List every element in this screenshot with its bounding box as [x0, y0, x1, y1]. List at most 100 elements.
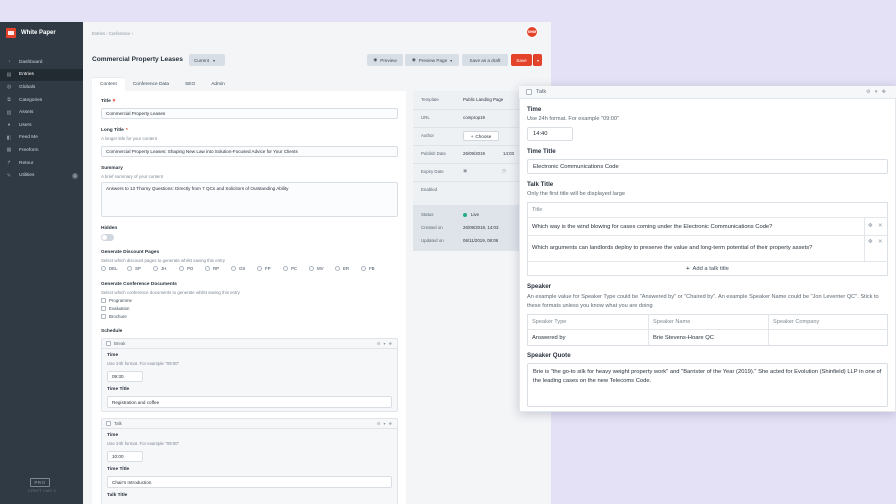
talk-title-row-1[interactable]: Which way is the wind blowing for cases … — [532, 218, 860, 235]
talk-block-header[interactable] — [519, 86, 896, 99]
conference-doc-programme[interactable]: Programme — [101, 298, 132, 303]
radio-icon — [101, 266, 106, 271]
tab-content[interactable]: Content — [92, 78, 125, 91]
save-options-button[interactable]: ▾ — [533, 54, 542, 66]
conference-doc-evaluation[interactable]: Evaluation — [101, 306, 130, 311]
row-delete-icon[interactable]: ✕ — [878, 239, 885, 245]
overlay-time-title-input[interactable]: Electronic Communications Code — [527, 159, 888, 174]
row-reorder-icon[interactable]: ✥ — [868, 239, 875, 245]
break-time-title-label: Time Title — [107, 387, 130, 392]
long-title-input[interactable]: Commercial Property Leases: Shaping New … — [101, 146, 398, 157]
sidebar-item-utilities[interactable]: ✎ Utilities 1 — [0, 169, 83, 182]
hidden-toggle[interactable] — [101, 234, 114, 241]
sidebar-item-label: Categories — [19, 97, 43, 103]
discount-option-gs[interactable]: GS — [231, 266, 245, 271]
discount-option-sp[interactable]: SP — [127, 266, 141, 271]
row-reorder-icon[interactable]: ✥ — [868, 223, 875, 229]
add-talk-title-button[interactable]: + Add a talk title — [527, 262, 888, 276]
speaker-type-cell[interactable]: Answered by — [532, 330, 644, 346]
block-header[interactable]: Talk ⚙ ▾ ✥ — [102, 419, 397, 429]
discount-pages-label: Generate Discount Pages — [101, 250, 160, 255]
conference-doc-brochure[interactable]: Brochure — [101, 314, 127, 319]
clock-icon[interactable]: ◷ — [502, 168, 506, 174]
brand[interactable]: White Paper — [0, 22, 83, 44]
save-button[interactable]: Save — [511, 54, 532, 66]
discount-option-fp[interactable]: FP — [257, 266, 271, 271]
sidebar-item-globals[interactable]: ◍ Globals — [0, 81, 83, 94]
sidebar-item-entries[interactable]: ▤ Entries — [0, 68, 83, 82]
tab-admin[interactable]: Admin — [203, 78, 233, 91]
break-time-title-input[interactable]: Registration and coffee — [107, 396, 392, 408]
discount-option-rp[interactable]: RP — [205, 266, 219, 271]
summary-textarea[interactable]: Answers to 13 Thorny Questions: Directly… — [101, 182, 398, 217]
block-settings-icon[interactable]: ⚙ ▾ ✥ — [377, 341, 393, 346]
url-input[interactable]: comprop19 — [463, 115, 485, 120]
discount-option-po[interactable]: PO — [179, 266, 193, 271]
discount-options: DEL SP JH PO RP GS FP PC MV ER FB — [101, 266, 401, 274]
sidebar-item-retour[interactable]: ↱ Retour — [0, 157, 83, 170]
utilities-icon: ✎ — [6, 172, 12, 179]
sidebar-item-feed-me[interactable]: ◧ Feed Me — [0, 132, 83, 145]
sidebar-item-dashboard[interactable]: ◔ Dashboard — [0, 56, 83, 69]
categories-icon: ⧉ — [7, 97, 11, 104]
discount-option-del[interactable]: DEL — [101, 266, 118, 271]
expiry-date-label: Expiry Date — [421, 169, 444, 174]
talk-title-row-2[interactable]: Which arguments can landlords deploy to … — [532, 236, 860, 260]
block-header[interactable]: Break ⚙ ▾ ✥ — [102, 339, 397, 349]
calendar-icon[interactable]: ▣ — [463, 168, 467, 174]
avatar[interactable]: SHIM — [526, 26, 538, 38]
speaker-name-cell[interactable]: Brie Stevens-Hoare QC — [653, 330, 765, 346]
row-delete-icon[interactable]: ✕ — [878, 223, 885, 229]
discount-option-er[interactable]: ER — [335, 266, 349, 271]
eye-icon: ◉ — [411, 57, 416, 62]
break-time-input[interactable]: 09:30 — [107, 371, 143, 382]
preview-button[interactable]: ◉ Preview — [367, 54, 403, 66]
sidebar-item-label: Feed Me — [19, 135, 38, 141]
speaker-company-cell[interactable] — [773, 330, 885, 346]
block-select-checkbox[interactable] — [526, 89, 532, 95]
brand-logo-icon — [6, 28, 16, 38]
title-input[interactable]: Commercial Property Leases — [101, 108, 398, 119]
break-time-hint: Use 24h format. For example "09:00" — [107, 361, 180, 366]
updated-value: 06/11/2019, 08:09 — [463, 238, 499, 243]
sidebar-item-label: Users — [19, 122, 32, 128]
save-draft-button[interactable]: Save as a draft — [462, 54, 508, 66]
created-label: Created on — [421, 225, 443, 230]
eye-icon: ◉ — [373, 57, 378, 62]
block-select-checkbox[interactable] — [106, 341, 111, 346]
talk-block-title[interactable]: Talk — [526, 89, 546, 95]
discount-option-pc[interactable]: PC — [283, 266, 297, 271]
sidebar-item-freeform[interactable]: ▦ Freeform — [0, 144, 83, 157]
sidebar-item-categories[interactable]: ⧉ Categories — [0, 94, 83, 107]
sidebar-item-users[interactable]: ● Users — [0, 119, 83, 132]
discount-option-fb[interactable]: FB — [361, 266, 375, 271]
preview-page-button[interactable]: ◉ Preview Page ▾ — [405, 54, 459, 66]
radio-icon — [309, 266, 314, 271]
entries-icon: ▤ — [6, 71, 12, 78]
chevron-down-icon: ▾ — [213, 57, 216, 63]
talk-time-title-input[interactable]: Chair's Introduction — [107, 476, 392, 488]
required-icon: ▾ — [112, 99, 116, 104]
revision-menu-button[interactable]: Current ▾ — [189, 54, 225, 66]
choose-author-button[interactable]: + Choose — [463, 131, 499, 141]
checkbox-icon — [101, 314, 106, 319]
template-select[interactable]: Public Landing Page — [463, 97, 503, 102]
sidebar-item-assets[interactable]: ▨ Assets — [0, 106, 83, 119]
created-value: 26/09/2019, 14:03 — [463, 225, 499, 230]
overlay-time-hint: Use 24h format. For example "09:00" — [527, 116, 619, 122]
sidebar-item-label: Freeform — [19, 147, 39, 153]
talk-time-input[interactable]: 10:00 — [107, 451, 143, 462]
block-settings-icon[interactable]: ⚙ ▾ ✥ — [377, 421, 393, 426]
tab-seo[interactable]: SEO — [177, 78, 203, 91]
discount-option-jh[interactable]: JH — [153, 266, 166, 271]
publish-time-input[interactable]: 14:03 — [503, 151, 514, 156]
block-settings-icon[interactable]: ⚙ ▾ ✥ — [866, 89, 887, 95]
speaker-quote-textarea[interactable]: Brie is "the go-to silk for heavy weight… — [527, 363, 888, 407]
breadcrumb[interactable]: Entries › Conference › — [92, 31, 133, 36]
overlay-time-input[interactable]: 14:40 — [527, 127, 573, 141]
discount-option-mv[interactable]: MV — [309, 266, 324, 271]
tab-conference-data[interactable]: Conference Data — [125, 78, 177, 91]
publish-date-input[interactable]: 26/09/2019 — [463, 151, 485, 156]
long-title-label: Long Title * — [101, 128, 128, 133]
block-select-checkbox[interactable] — [106, 421, 111, 426]
